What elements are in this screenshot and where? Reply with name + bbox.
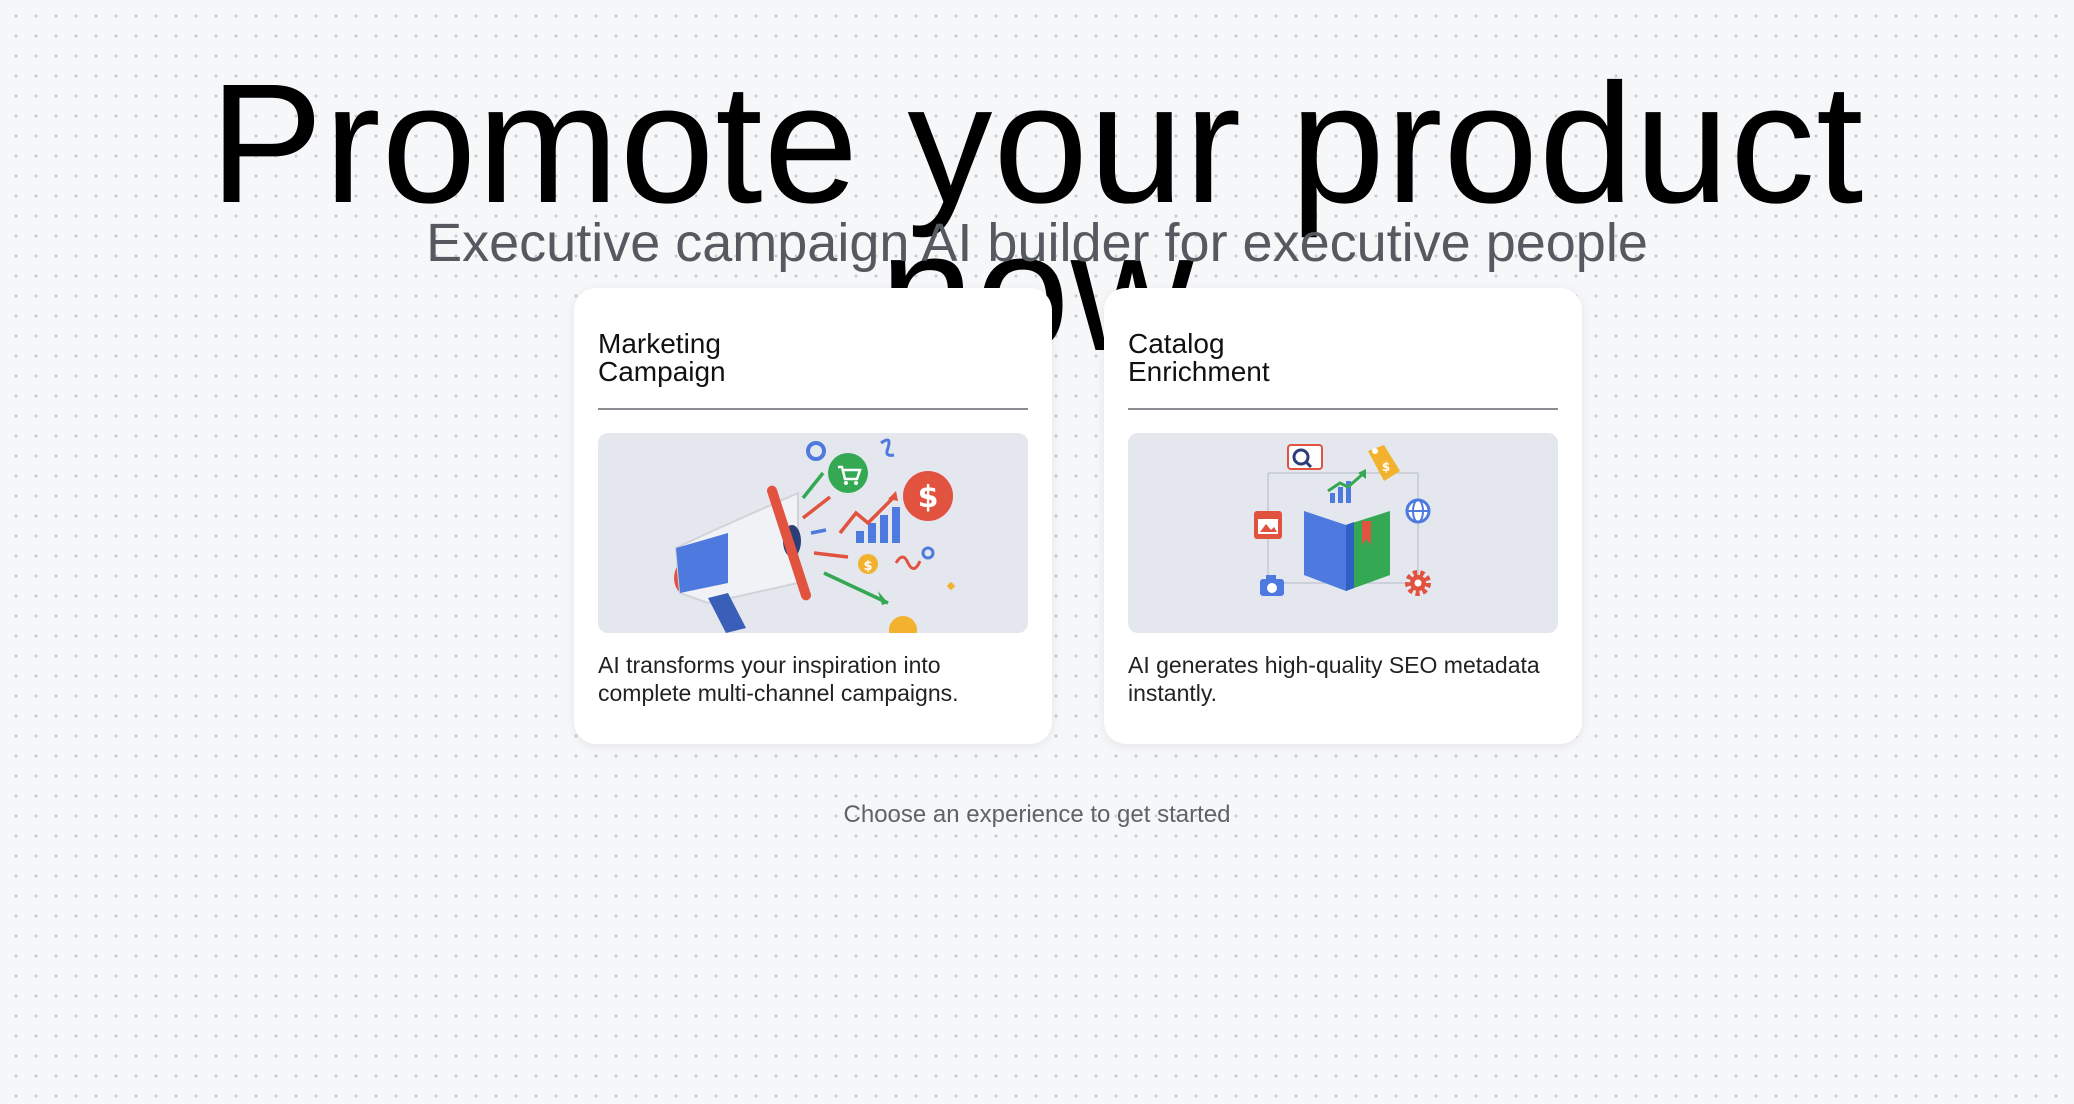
card-title: Catalog Enrichment <box>1128 328 1270 387</box>
svg-text:$: $ <box>1382 460 1390 474</box>
gear-icon <box>1405 570 1431 596</box>
price-tag-icon: $ <box>1368 445 1400 481</box>
book-icon <box>1304 511 1390 591</box>
search-icon <box>1287 444 1323 470</box>
dollar-icon: $ <box>903 471 953 521</box>
card-divider <box>598 408 1028 410</box>
svg-text:$: $ <box>918 480 939 515</box>
card-title: Marketing Campaign <box>598 328 726 387</box>
camera-icon <box>1260 575 1284 596</box>
card-divider <box>1128 408 1558 410</box>
page-subtitle: Executive campaign AI builder for execut… <box>426 213 1648 273</box>
cart-icon <box>828 453 868 493</box>
get-started-hint: Choose an experience to get started <box>843 801 1231 828</box>
card-description: AI transforms your inspiration into comp… <box>598 652 959 706</box>
image-icon <box>1254 511 1282 539</box>
hero: Promote your product now Executive campa… <box>0 0 2074 377</box>
experience-cards: Marketing Campaign $ $ AI transforms you… <box>574 288 1582 744</box>
catalog-enrichment-card[interactable]: Catalog Enrichment $ AI generates high-q… <box>1104 288 1582 744</box>
megaphone-icon <box>674 485 811 633</box>
megaphone-illustration: $ $ <box>598 433 1028 633</box>
marketing-campaign-card[interactable]: Marketing Campaign $ $ AI transforms you… <box>574 288 1052 744</box>
catalog-book-illustration: $ <box>1128 433 1558 633</box>
card-description: AI generates high-quality SEO metadata i… <box>1128 652 1540 706</box>
globe-icon <box>1405 498 1431 524</box>
svg-text:$: $ <box>863 559 872 574</box>
